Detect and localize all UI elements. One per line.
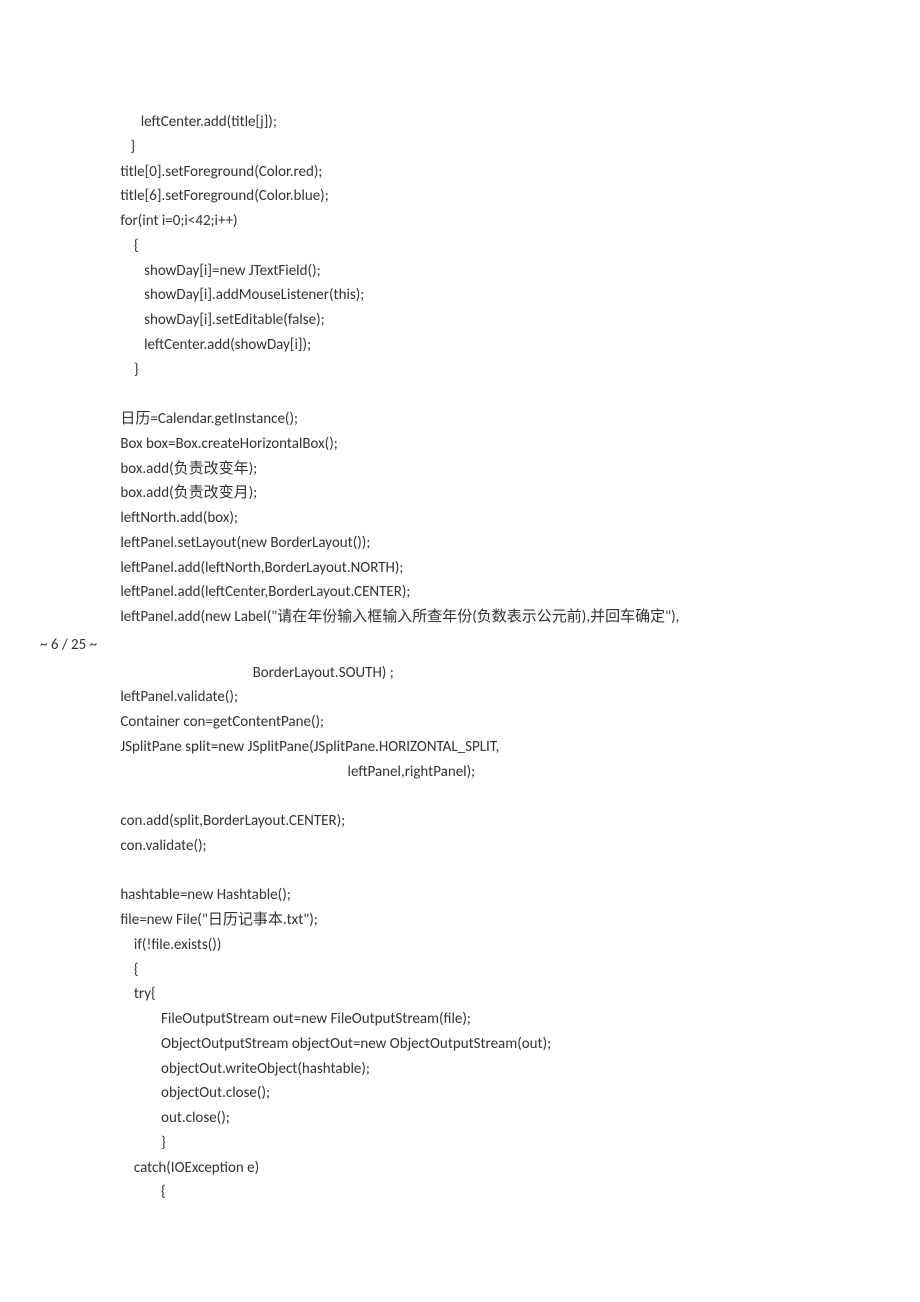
code-line: catch(IOException e) xyxy=(100,1156,820,1181)
code-line: leftNorth.add(box); xyxy=(100,506,820,531)
code-line: try{ xyxy=(100,982,820,1007)
code-line: ObjectOutputStream objectOut=new ObjectO… xyxy=(100,1032,820,1057)
code-line: box.add(负责改变年); xyxy=(100,457,820,482)
code-line: title[6].setForeground(Color.blue); xyxy=(100,184,820,209)
code-line: { xyxy=(100,1180,820,1205)
code-line: } xyxy=(100,358,820,383)
code-line: } xyxy=(100,1131,820,1156)
code-line: leftCenter.add(title[j]); xyxy=(100,110,820,135)
code-line: } xyxy=(100,135,820,160)
code-line: 日历=Calendar.getInstance(); xyxy=(100,407,820,432)
code-line: objectOut.writeObject(hashtable); xyxy=(100,1057,820,1082)
page-number: ~ 6 / 25 ~ xyxy=(40,633,820,658)
code-line: showDay[i]=new JTextField(); xyxy=(100,259,820,284)
code-line: con.validate(); xyxy=(100,834,820,859)
code-line: Box box=Box.createHorizontalBox(); xyxy=(100,432,820,457)
code-line: { xyxy=(100,958,820,983)
code-line: file=new File("日历记事本.txt"); xyxy=(100,908,820,933)
code-line: leftCenter.add(showDay[i]); xyxy=(100,333,820,358)
code-line: Container con=getContentPane(); xyxy=(100,710,820,735)
code-line: BorderLayout.SOUTH) ; xyxy=(100,661,820,686)
code-line: leftPanel.setLayout(new BorderLayout()); xyxy=(100,531,820,556)
code-line: title[0].setForeground(Color.red); xyxy=(100,160,820,185)
code-line: JSplitPane split=new JSplitPane(JSplitPa… xyxy=(100,735,820,760)
code-line xyxy=(100,859,820,884)
code-line: hashtable=new Hashtable(); xyxy=(100,883,820,908)
code-line: leftPanel,rightPanel); xyxy=(100,760,820,785)
code-block-2: BorderLayout.SOUTH) ; leftPanel.validate… xyxy=(100,661,820,1206)
code-line: showDay[i].addMouseListener(this); xyxy=(100,283,820,308)
code-line: for(int i=0;i<42;i++) xyxy=(100,209,820,234)
code-line xyxy=(100,382,820,407)
code-line: out.close(); xyxy=(100,1106,820,1131)
code-line: showDay[i].setEditable(false); xyxy=(100,308,820,333)
code-line: box.add(负责改变月); xyxy=(100,481,820,506)
code-line: leftPanel.add(leftCenter,BorderLayout.CE… xyxy=(100,580,820,605)
document-page: leftCenter.add(title[j]); } title[0].set… xyxy=(0,0,920,1265)
code-block-1: leftCenter.add(title[j]); } title[0].set… xyxy=(100,110,820,630)
code-line: objectOut.close(); xyxy=(100,1081,820,1106)
code-line xyxy=(100,784,820,809)
code-line: leftPanel.validate(); xyxy=(100,685,820,710)
code-line: con.add(split,BorderLayout.CENTER); xyxy=(100,809,820,834)
code-line: leftPanel.add(leftNorth,BorderLayout.NOR… xyxy=(100,556,820,581)
code-line: if(!file.exists()) xyxy=(100,933,820,958)
code-line: leftPanel.add(new Label("请在年份输入框输入所查年份(负… xyxy=(100,605,820,630)
code-line: { xyxy=(100,234,820,259)
code-line: FileOutputStream out=new FileOutputStrea… xyxy=(100,1007,820,1032)
